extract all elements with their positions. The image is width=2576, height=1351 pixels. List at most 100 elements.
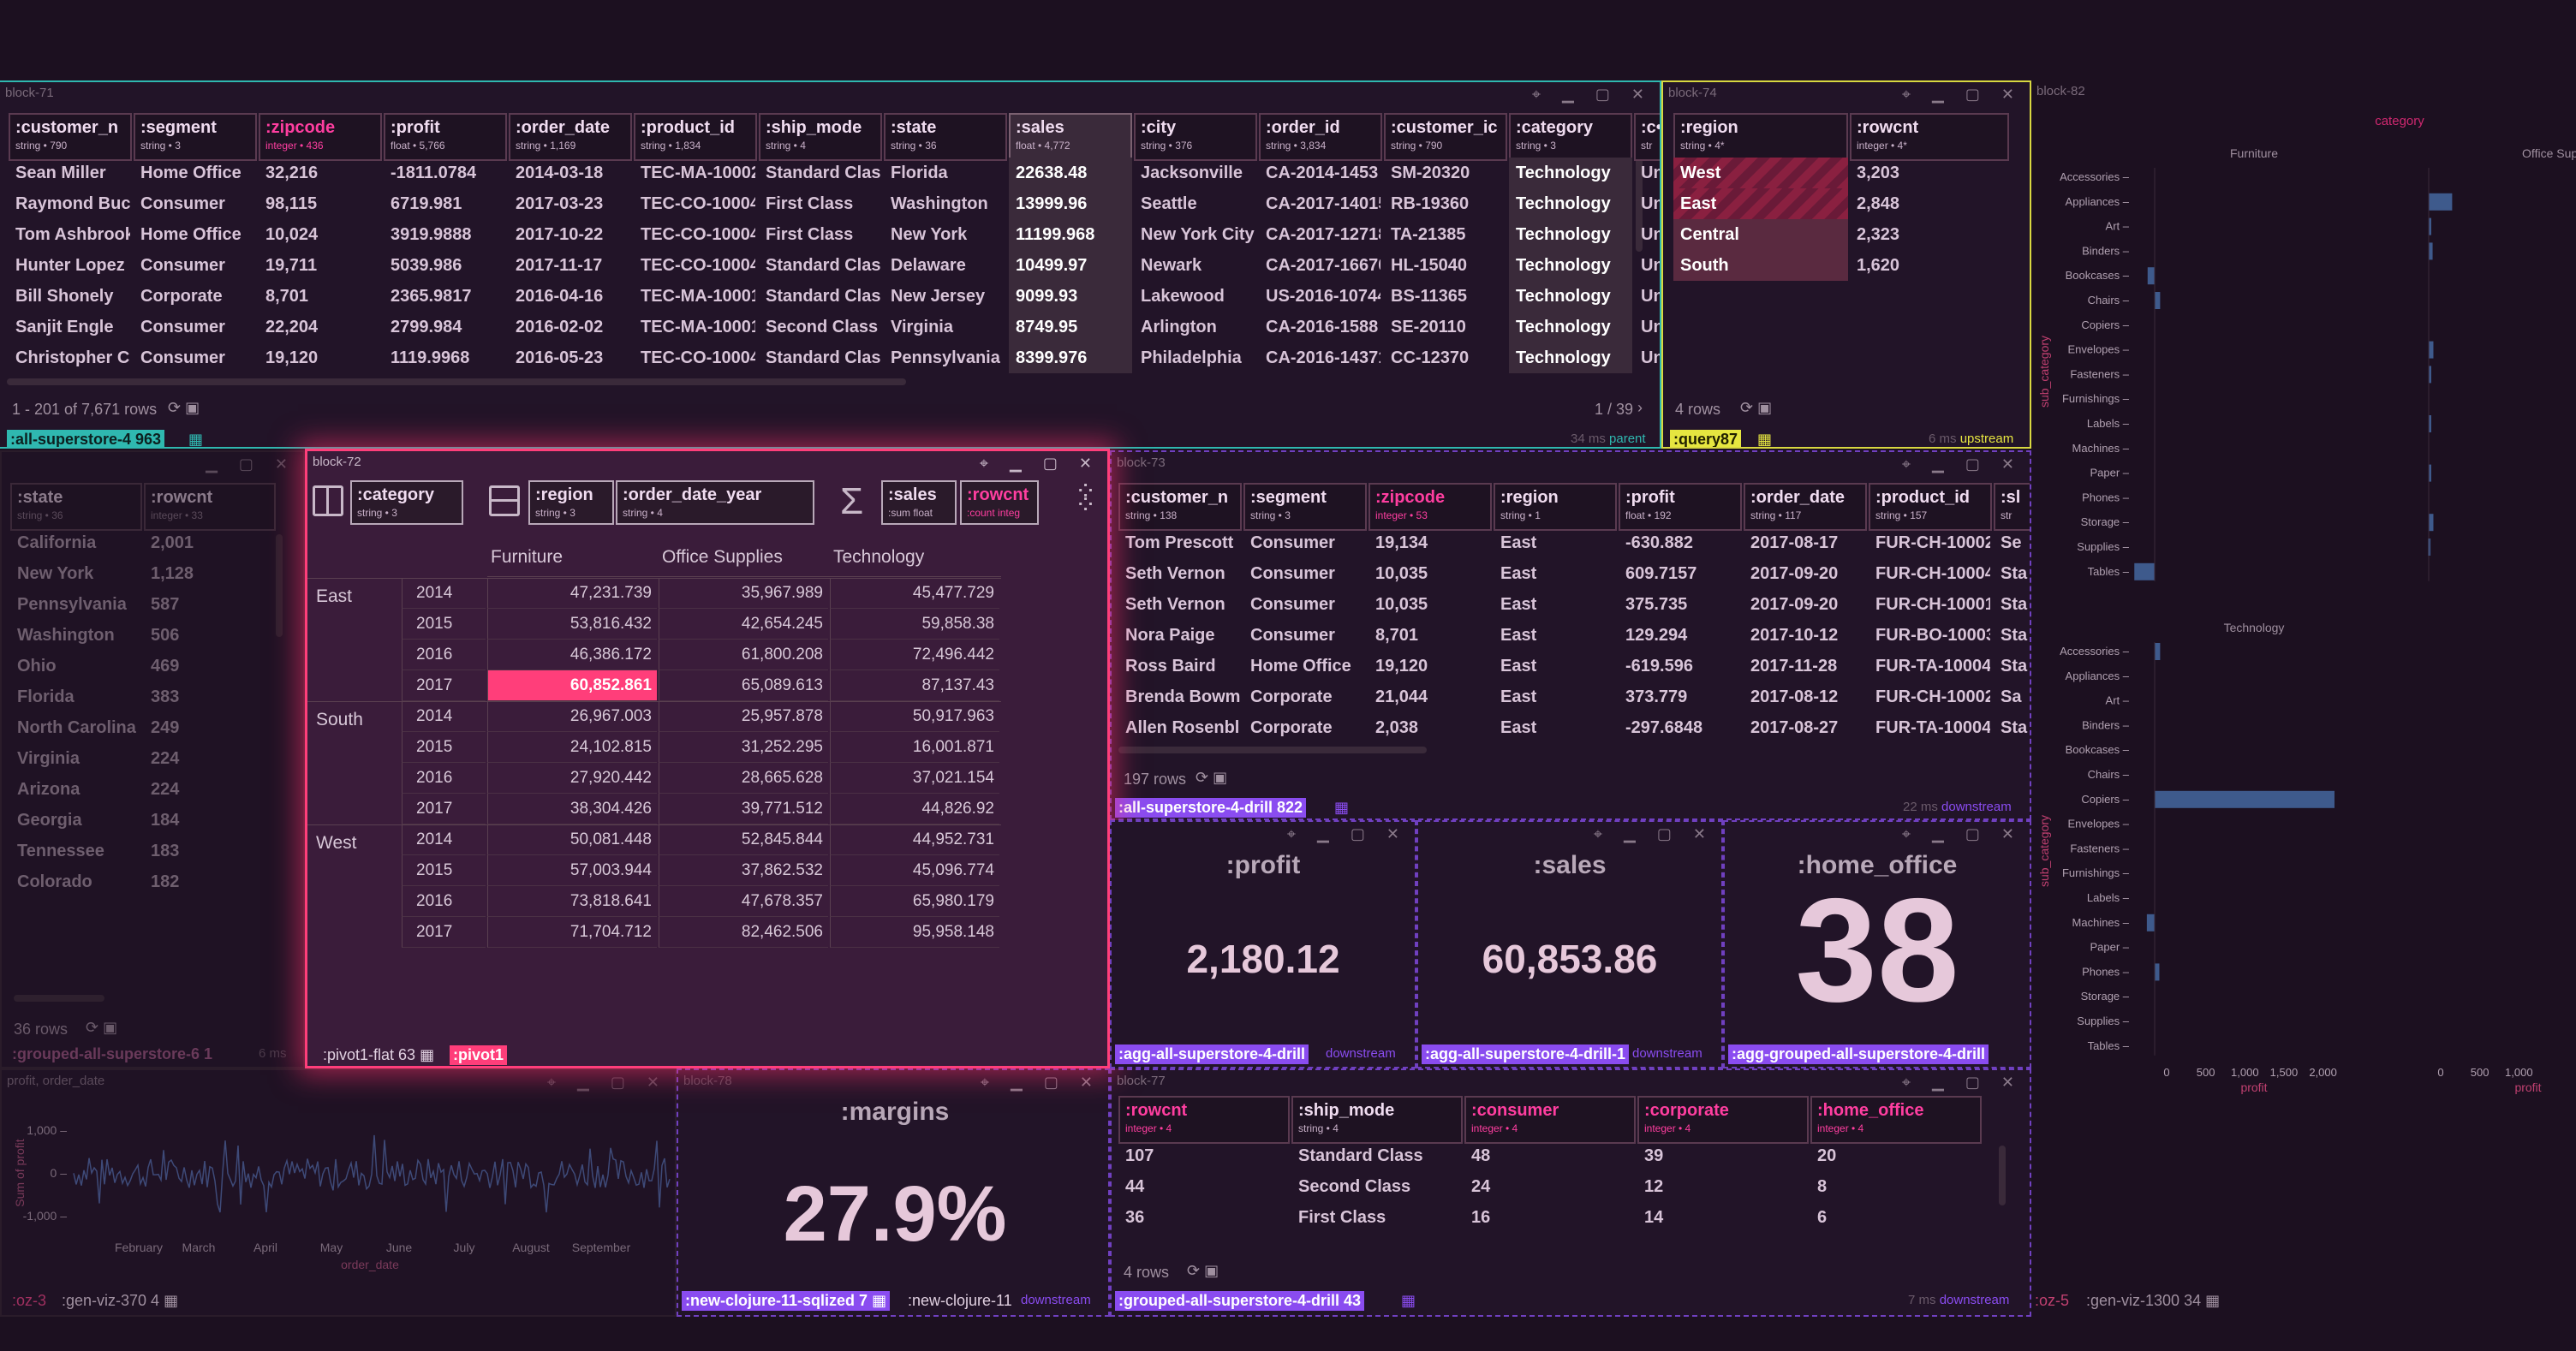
pivot-year[interactable]: 2016	[402, 886, 486, 917]
column-header[interactable]: :ship_mode string • 4	[759, 113, 882, 161]
pivot-cell[interactable]: 25,957.878	[659, 701, 828, 732]
table-cell[interactable]: -630.882	[1625, 527, 1740, 558]
drag-handle-icon[interactable]: ⁘ ⁘	[1075, 479, 1096, 519]
table-cell[interactable]: Georgia	[17, 805, 140, 836]
table-cell[interactable]: CA-2016-1588	[1266, 312, 1380, 342]
pivot-cell[interactable]: 44,952.731	[830, 824, 999, 855]
table-cell[interactable]: 2017-09-20	[1750, 558, 1865, 589]
table-cell[interactable]: US-2016-10744	[1266, 281, 1380, 312]
table-cell[interactable]: TEC-MA-10001	[641, 281, 755, 312]
table-cell[interactable]: Un	[1641, 158, 1660, 188]
column-header[interactable]: :customer_ic string • 790	[1384, 113, 1507, 161]
table-cell[interactable]: -297.6848	[1625, 712, 1740, 743]
table-cell[interactable]: HL-15040	[1391, 250, 1506, 281]
grid-icon[interactable]: ▦	[1331, 798, 1352, 818]
pivot-cell[interactable]: 47,231.739	[487, 578, 657, 609]
pivot-row-group[interactable]: East	[316, 586, 352, 607]
sigma-icon[interactable]: Σ	[840, 480, 863, 523]
table-cell[interactable]: Tennessee	[17, 836, 140, 866]
table-cell[interactable]: 2,001	[151, 527, 274, 558]
column-header[interactable]: :zipcode integer • 53	[1368, 483, 1492, 531]
column-header[interactable]: :order_date string • 1,169	[509, 113, 632, 161]
pivot-cell[interactable]: 42,654.245	[659, 609, 828, 640]
pivot-value-chip[interactable]: :sales:sum float	[881, 480, 957, 525]
table-cell[interactable]: 184	[151, 805, 274, 836]
refresh-icon[interactable]: ⟳ ▣	[86, 1019, 117, 1037]
table-cell[interactable]: 107	[1125, 1140, 1288, 1171]
table-cell[interactable]: 587	[151, 589, 274, 620]
table-cell[interactable]: TEC-CO-10004	[641, 250, 755, 281]
table-cell[interactable]: 2017-03-23	[516, 188, 630, 219]
column-header[interactable]: :product_id string • 157	[1869, 483, 1992, 531]
block-tag[interactable]: :grouped-all-superstore-4-drill 43	[1115, 1291, 1365, 1311]
pivot-cell[interactable]: 38,304.426	[487, 794, 657, 824]
table-cell[interactable]: 2,323	[1857, 219, 2007, 250]
pivot-cell[interactable]: 28,665.628	[659, 763, 828, 794]
table-cell[interactable]: New York	[17, 558, 140, 589]
table-cell[interactable]: 10,024	[265, 219, 380, 250]
table-cell[interactable]: 44	[1125, 1171, 1288, 1202]
window-controls[interactable]: ▁ ▢ ✕	[206, 455, 296, 473]
table-cell[interactable]: Ross Baird	[1125, 651, 1240, 681]
grid-icon[interactable]: ▦	[1398, 1291, 1419, 1311]
column-header[interactable]: :order_id string • 3,834	[1259, 113, 1382, 161]
table-cell[interactable]: 2017-08-27	[1750, 712, 1865, 743]
pivot-year[interactable]: 2017	[402, 670, 486, 701]
pivot-cell[interactable]: 45,477.729	[830, 578, 999, 609]
scrollbar-vertical[interactable]	[276, 534, 283, 637]
block-tag[interactable]: :pivot1-flat 63 ▦	[319, 1045, 438, 1065]
window-controls[interactable]: ⌖ ▁ ▢ ✕	[1902, 825, 2023, 843]
pivot-year[interactable]: 2015	[402, 732, 486, 763]
table-cell[interactable]: Second Class	[766, 312, 880, 342]
table-cell[interactable]: Sta	[2001, 589, 2030, 620]
table-cell[interactable]: 2016-05-23	[516, 342, 630, 373]
table-cell[interactable]: Arlington	[1141, 312, 1255, 342]
table-cell[interactable]: 8749.95	[1009, 312, 1132, 342]
table-cell[interactable]: New Jersey	[891, 281, 1005, 312]
table-cell[interactable]: Consumer	[1250, 589, 1365, 620]
table-cell[interactable]: 19,120	[1375, 651, 1490, 681]
table-cell[interactable]: East	[1500, 620, 1615, 651]
pivot-cell[interactable]: 37,862.532	[659, 855, 828, 886]
table-cell[interactable]: Consumer	[1250, 558, 1365, 589]
table-cell[interactable]: FUR-CH-10004	[1875, 558, 1990, 589]
table-cell[interactable]: 182	[151, 866, 274, 897]
table-cell[interactable]: Technology	[1509, 158, 1632, 188]
table-cell[interactable]: FUR-CH-10001	[1875, 589, 1990, 620]
table-cell[interactable]: 2017-11-17	[516, 250, 630, 281]
table-cell[interactable]: Consumer	[140, 250, 255, 281]
table-cell[interactable]: Corporate	[140, 281, 255, 312]
table-cell[interactable]: Consumer	[140, 312, 255, 342]
table-cell[interactable]: Un	[1641, 342, 1660, 373]
pivot-cell[interactable]: 16,001.871	[830, 732, 999, 763]
table-cell[interactable]: East	[1500, 527, 1615, 558]
table-cell[interactable]: Technology	[1509, 342, 1632, 373]
scrollbar-horizontal[interactable]	[7, 378, 906, 385]
table-cell[interactable]: 224	[151, 774, 274, 805]
table-cell[interactable]: RB-19360	[1391, 188, 1506, 219]
grid-icon[interactable]: ▦	[185, 430, 206, 447]
table-cell[interactable]: Un	[1641, 281, 1660, 312]
table-cell[interactable]: 2016-02-02	[516, 312, 630, 342]
table-cell[interactable]: Bill Shonely	[15, 281, 130, 312]
table-cell[interactable]: Technology	[1509, 188, 1632, 219]
table-cell[interactable]: Florida	[17, 681, 140, 712]
table-cell[interactable]: FUR-CH-10002	[1875, 527, 1990, 558]
table-cell[interactable]: 6719.981	[391, 188, 505, 219]
window-controls[interactable]: ⌖ ▁ ▢ ✕	[981, 1074, 1101, 1092]
refresh-icon[interactable]: ⟳ ▣	[1740, 399, 1772, 417]
pivot-cell[interactable]: 87,137.43	[830, 670, 999, 701]
table-cell[interactable]: Philadelphia	[1141, 342, 1255, 373]
column-header[interactable]: :state string • 36	[10, 483, 142, 531]
block-tag[interactable]: :new-clojure-11-sqlized 7 ▦	[682, 1291, 891, 1311]
pivot-cell[interactable]: 52,845.844	[659, 824, 828, 855]
column-header[interactable]: :rowcnt integer • 4	[1118, 1096, 1290, 1144]
table-cell[interactable]: Sa	[2001, 681, 2030, 712]
column-header[interactable]: :region string • 4*	[1673, 113, 1848, 161]
column-header[interactable]: :segment string • 3	[1243, 483, 1367, 531]
table-cell[interactable]: Standard Clas	[766, 250, 880, 281]
pivot-row-group[interactable]: South	[316, 710, 363, 730]
table-cell[interactable]: Arizona	[17, 774, 140, 805]
table-cell[interactable]: 2014-03-18	[516, 158, 630, 188]
table-cell[interactable]: New York City	[1141, 219, 1255, 250]
